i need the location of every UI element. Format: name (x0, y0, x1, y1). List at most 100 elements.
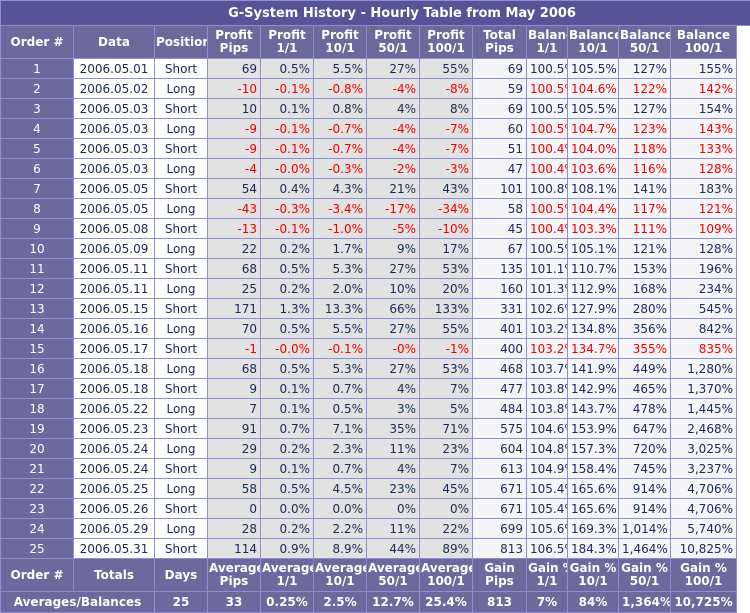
footer-header-gain-50-1: Gain %50/1 (619, 559, 671, 592)
cell-profit-1-1: 0.1% (261, 459, 314, 479)
cell-balance-10-1: 110.7% (568, 259, 619, 279)
cell-balance-50-1: 127% (619, 59, 671, 79)
cell-profit-10-1: 5.5% (314, 319, 367, 339)
cell-profit-100-1: -1% (420, 339, 473, 359)
cell-profit-100-1: 55% (420, 59, 473, 79)
cell-profit-50-1: -5% (367, 219, 420, 239)
cell-order: 4 (1, 119, 74, 139)
cell-profit-50-1: 66% (367, 299, 420, 319)
cell-date: 2006.05.18 (74, 359, 155, 379)
table-row: 112006.05.11Short680.5%5.3%27%53%135101.… (1, 259, 750, 279)
cell-position: Short (155, 339, 208, 359)
cell-profit-100-1: -3% (420, 159, 473, 179)
cell-balance-50-1: 118% (619, 139, 671, 159)
cell-profit-pips: 29 (208, 439, 261, 459)
cell-date: 2006.05.22 (74, 399, 155, 419)
cell-total-pips: 51 (473, 139, 527, 159)
cell-profit-10-1: 5.5% (314, 59, 367, 79)
cell-profit-100-1: 7% (420, 459, 473, 479)
col-header-balance-50-1: Balance50/1 (619, 26, 671, 59)
cell-total-pips: 60 (473, 119, 527, 139)
cell-balance-1-1: 105.4% (527, 479, 568, 499)
cell-position: Long (155, 119, 208, 139)
cell-balance-1-1: 102.6% (527, 299, 568, 319)
cell-balance-100-1: 133% (671, 139, 737, 159)
cell-profit-1-1: 0.5% (261, 319, 314, 339)
cell-date: 2006.05.03 (74, 159, 155, 179)
footer-header-avg-pips: AveragePips (208, 559, 261, 592)
cell-balance-100-1: 196% (671, 259, 737, 279)
cell-date: 2006.05.09 (74, 239, 155, 259)
cell-balance-1-1: 101.3% (527, 279, 568, 299)
cell-balance-100-1: 154% (671, 99, 737, 119)
table-row: 92006.05.08Short-13-0.1%-1.0%-5%-10%4510… (1, 219, 750, 239)
summary-gain-pips: 813 (473, 592, 527, 613)
cell-total-pips: 400 (473, 339, 527, 359)
cell-date: 2006.05.02 (74, 79, 155, 99)
cell-balance-1-1: 103.8% (527, 379, 568, 399)
cell-total-pips: 69 (473, 99, 527, 119)
cell-profit-100-1: 8% (420, 99, 473, 119)
cell-profit-50-1: 4% (367, 379, 420, 399)
cell-position: Short (155, 379, 208, 399)
cell-balance-10-1: 143.7% (568, 399, 619, 419)
cell-balance-50-1: 449% (619, 359, 671, 379)
cell-balance-50-1: 720% (619, 439, 671, 459)
cell-date: 2006.05.16 (74, 319, 155, 339)
cell-balance-1-1: 100.4% (527, 159, 568, 179)
cell-profit-1-1: 0.1% (261, 399, 314, 419)
cell-balance-10-1: 105.1% (568, 239, 619, 259)
cell-position: Short (155, 99, 208, 119)
cell-profit-100-1: 23% (420, 439, 473, 459)
table-title: G-System History - Hourly Table from May… (1, 1, 750, 26)
table-row: 142006.05.16Long700.5%5.5%27%55%401103.2… (1, 319, 750, 339)
cell-balance-100-1: 835% (671, 339, 737, 359)
cell-order: 8 (1, 199, 74, 219)
col-header-total-pips: TotalPips (473, 26, 527, 59)
cell-balance-100-1: 545% (671, 299, 737, 319)
cell-date: 2006.05.24 (74, 439, 155, 459)
cell-balance-50-1: 280% (619, 299, 671, 319)
cell-total-pips: 671 (473, 499, 527, 519)
cell-date: 2006.05.01 (74, 59, 155, 79)
table-row: 172006.05.18Short90.1%0.7%4%7%477103.8%1… (1, 379, 750, 399)
cell-order: 16 (1, 359, 74, 379)
summary-avg-10-1: 2.5% (314, 592, 367, 613)
summary-gain-10-1: 84% (568, 592, 619, 613)
cell-position: Long (155, 399, 208, 419)
cell-balance-50-1: 355% (619, 339, 671, 359)
footer-header-order: Order # (1, 559, 74, 592)
cell-profit-1-1: 0.2% (261, 439, 314, 459)
cell-profit-10-1: 7.1% (314, 419, 367, 439)
cell-balance-50-1: 1,014% (619, 519, 671, 539)
cell-profit-50-1: 0% (367, 499, 420, 519)
cell-order: 22 (1, 479, 74, 499)
table-row: 212006.05.24Short90.1%0.7%4%7%613104.9%1… (1, 459, 750, 479)
col-header-balance-100-1: Balance100/1 (671, 26, 737, 59)
cell-order: 5 (1, 139, 74, 159)
cell-balance-50-1: 914% (619, 499, 671, 519)
cell-date: 2006.05.03 (74, 119, 155, 139)
cell-profit-50-1: 27% (367, 59, 420, 79)
cell-position: Long (155, 519, 208, 539)
cell-date: 2006.05.17 (74, 339, 155, 359)
cell-balance-50-1: 478% (619, 399, 671, 419)
cell-profit-50-1: 27% (367, 319, 420, 339)
cell-profit-100-1: 20% (420, 279, 473, 299)
cell-profit-10-1: -0.1% (314, 339, 367, 359)
cell-balance-100-1: 234% (671, 279, 737, 299)
cell-profit-10-1: 2.3% (314, 439, 367, 459)
cell-profit-1-1: 0.5% (261, 359, 314, 379)
summary-days: 25 (155, 592, 208, 613)
cell-balance-100-1: 128% (671, 159, 737, 179)
cell-profit-1-1: -0.3% (261, 199, 314, 219)
cell-position: Long (155, 79, 208, 99)
cell-total-pips: 59 (473, 79, 527, 99)
cell-profit-10-1: -0.7% (314, 139, 367, 159)
cell-profit-1-1: -0.0% (261, 339, 314, 359)
cell-profit-pips: 114 (208, 539, 261, 559)
cell-total-pips: 813 (473, 539, 527, 559)
cell-profit-100-1: 89% (420, 539, 473, 559)
col-header-profit-1-1: Profit1/1 (261, 26, 314, 59)
cell-balance-100-1: 4,706% (671, 499, 737, 519)
